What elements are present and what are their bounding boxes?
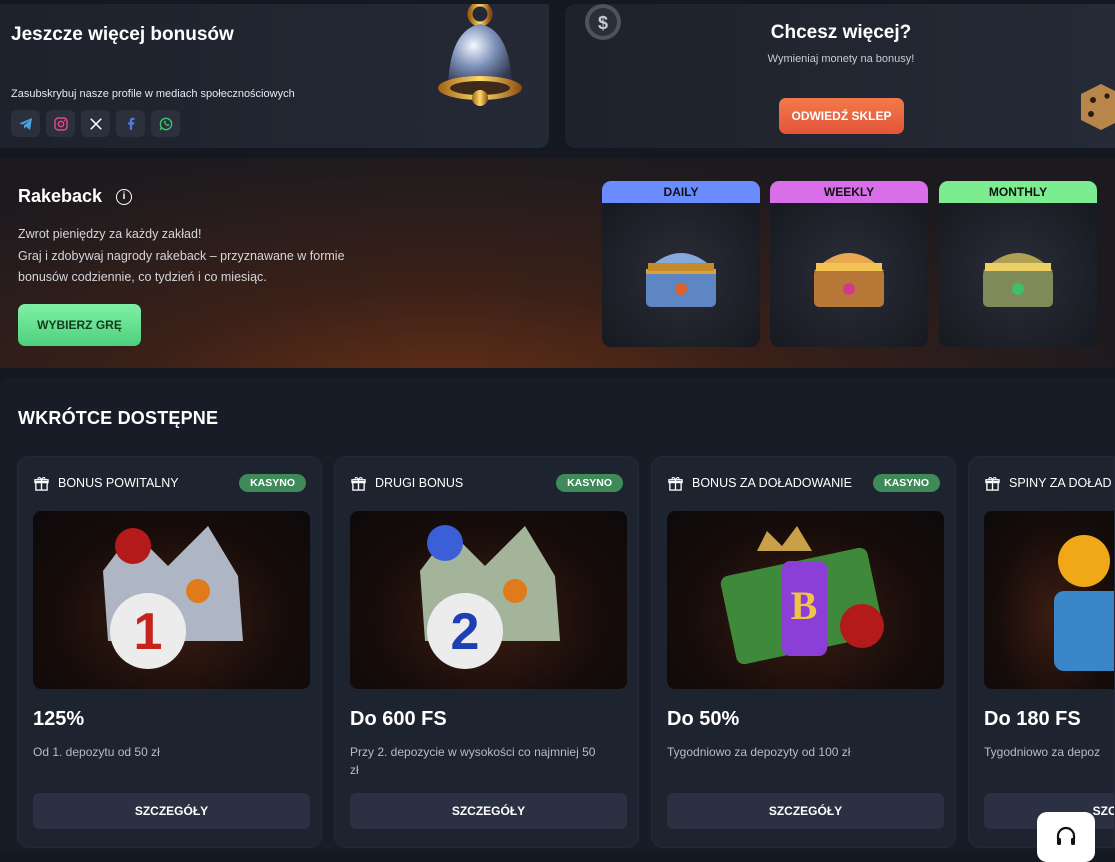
telegram-icon[interactable] (11, 110, 40, 137)
bonus-condition: Od 1. depozytu od 50 zł (33, 745, 160, 759)
social-links (11, 110, 180, 137)
card-header: BONUS POWITALNY KASYNO (33, 473, 306, 493)
bell-illustration (438, 4, 522, 106)
bonus-image (984, 511, 1114, 689)
gift-icon (350, 475, 366, 491)
gift-icon (984, 475, 1000, 491)
casino-badge: KASYNO (556, 474, 623, 492)
chest-icon (770, 203, 928, 347)
coming-soon-title: WKRÓTCE DOSTĘPNE (18, 408, 219, 428)
bonus-condition: Tygodniowo za depozyty od 100 zł (667, 745, 851, 759)
card-header: SPINY ZA DOŁAD (984, 473, 1114, 493)
top-promos: Jeszcze więcej bonusów Zasubskrybuj nasz… (0, 0, 1115, 150)
bonus-card[interactable]: SPINY ZA DOŁAD Do 180 FS Tygodniowo za d… (968, 456, 1115, 848)
rakeback-line1: Zwrot pieniędzy za każdy zakład! (18, 227, 202, 241)
shop-promo-title: Chcesz więcej? (770, 22, 912, 43)
bonus-card[interactable]: DRUGI BONUS KASYNO 2 Do 600 FS Przy 2. d… (334, 456, 639, 848)
details-button[interactable]: SZCZEGÓŁY (33, 793, 310, 829)
card-title: DRUGI BONUS (375, 476, 464, 490)
chest-icon (939, 203, 1097, 347)
x-icon[interactable] (81, 110, 110, 137)
rakeback-title: Rakeback (18, 186, 103, 206)
coming-soon-section: WKRÓTCE DOSTĘPNE BONUS POWITALNY KASYNO … (0, 378, 1115, 852)
tier-weekly[interactable]: WEEKLY (770, 181, 928, 347)
gift-icon (33, 475, 49, 491)
casino-badge: KASYNO (873, 474, 940, 492)
tier-daily-label: DAILY (602, 181, 760, 203)
tier-weekly-label: WEEKLY (770, 181, 928, 203)
rakeback-section: Rakeback i Zwrot pieniędzy za każdy zakł… (0, 158, 1115, 368)
details-button[interactable]: SZCZEGÓŁY (350, 793, 627, 829)
social-promo-subtitle: Zasubskrybuj nasze profile w mediach spo… (11, 88, 295, 100)
choose-game-button[interactable]: WYBIERZ GRĘ (18, 304, 141, 346)
dice-illustration (1081, 84, 1115, 130)
shop-promo-subtitle: Wymieniaj monety na bonusy! (767, 53, 915, 65)
bonus-image: B (667, 511, 944, 689)
tier-daily[interactable]: DAILY (602, 181, 760, 347)
svg-text:2: 2 (451, 603, 480, 661)
card-title: SPINY ZA DOŁAD (1009, 476, 1112, 490)
bonus-amount: Do 50% (667, 708, 740, 730)
support-chat-button[interactable] (1037, 812, 1095, 862)
bonus-condition: Przy 2. depozycie w wysokości co najmnie… (350, 745, 596, 777)
headset-icon (1056, 826, 1076, 845)
bonus-card[interactable]: BONUS ZA DOŁADOWANIE KASYNO B Do 50% Tyg… (651, 456, 956, 848)
rakeback-line2: Graj i zdobywaj nagrody rakeback – przyz… (18, 248, 345, 285)
svg-text:1: 1 (134, 603, 163, 661)
card-title: BONUS ZA DOŁADOWANIE (692, 476, 852, 490)
facebook-icon[interactable] (116, 110, 145, 137)
card-title: BONUS POWITALNY (58, 476, 179, 490)
gift-icon (667, 475, 683, 491)
instagram-icon[interactable] (46, 110, 75, 137)
card-header: DRUGI BONUS KASYNO (350, 473, 623, 493)
bonus-condition: Tygodniowo za depoz (984, 745, 1101, 759)
social-promo-card: Jeszcze więcej bonusów Zasubskrybuj nasz… (0, 4, 549, 148)
bonus-amount: 125% (33, 708, 85, 730)
card-header: BONUS ZA DOŁADOWANIE KASYNO (667, 473, 940, 493)
rakeback-heading: Rakeback i (18, 186, 133, 207)
svg-text:B: B (791, 583, 818, 628)
bonus-image: 2 (350, 511, 627, 689)
visit-shop-button[interactable]: ODWIEDŹ SKLEP (779, 98, 904, 134)
rakeback-description: Zwrot pieniędzy za każdy zakład! Graj i … (18, 224, 398, 289)
tier-monthly[interactable]: MONTHLY (939, 181, 1097, 347)
bonus-amount: Do 600 FS (350, 708, 447, 730)
bonus-card[interactable]: BONUS POWITALNY KASYNO 1 125% Od 1. depo… (17, 456, 322, 848)
casino-badge: KASYNO (239, 474, 306, 492)
tier-monthly-label: MONTHLY (939, 181, 1097, 203)
chest-icon (602, 203, 760, 347)
bonus-image: 1 (33, 511, 310, 689)
whatsapp-icon[interactable] (151, 110, 180, 137)
shop-promo-card: $ Chcesz więcej? Wymieniaj monety na bon… (565, 4, 1115, 148)
details-button[interactable]: SZCZEGÓŁY (667, 793, 944, 829)
info-icon[interactable]: i (116, 188, 133, 205)
social-promo-title: Jeszcze więcej bonusów (11, 24, 234, 45)
bonus-amount: Do 180 FS (984, 708, 1081, 730)
